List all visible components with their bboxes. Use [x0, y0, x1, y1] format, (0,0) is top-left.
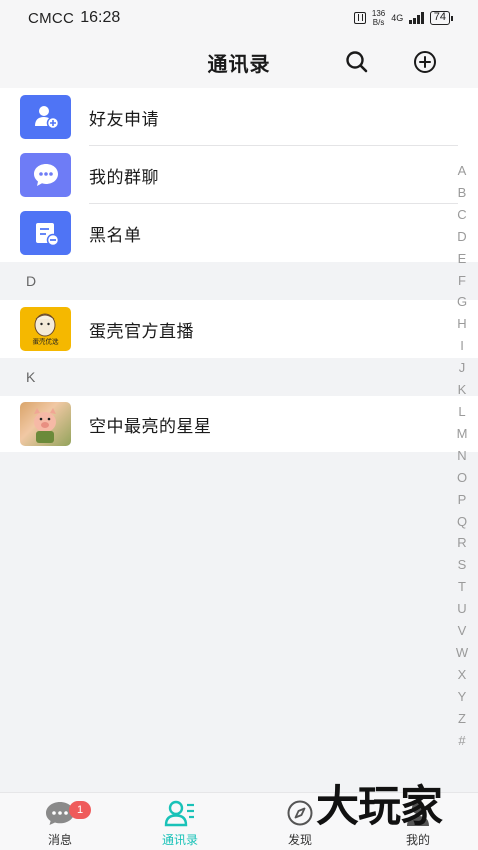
section-header-k: K [0, 358, 478, 396]
avatar [20, 402, 71, 446]
contact-name: 蛋壳官方直播 [89, 321, 194, 341]
index-letter[interactable]: I [460, 335, 464, 357]
index-letter[interactable]: # [458, 730, 465, 752]
my-group-chats-label: 我的群聊 [89, 167, 159, 187]
my-group-chats-item[interactable]: 我的群聊 [0, 146, 478, 204]
add-user-icon [20, 95, 71, 139]
index-letter[interactable]: V [458, 620, 467, 642]
index-letter[interactable]: R [457, 532, 466, 554]
net-speed-unit: B/s [372, 18, 385, 27]
index-letter[interactable]: X [458, 664, 467, 686]
index-letter[interactable]: M [457, 423, 468, 445]
index-letter[interactable]: O [457, 467, 467, 489]
contacts-icon [164, 800, 194, 827]
contact-list: 好友申请 我的群聊 黑名单 D 蛋壳优选 蛋壳官方直播 K 空中最亮的星星 [0, 88, 478, 452]
compass-icon [287, 800, 313, 826]
contact-name: 空中最亮的星星 [89, 416, 212, 436]
section-letter: K [26, 369, 36, 385]
index-letter[interactable]: N [457, 445, 466, 467]
index-letter[interactable]: B [458, 182, 467, 204]
search-icon[interactable] [344, 49, 370, 75]
index-letter[interactable]: C [457, 204, 466, 226]
status-icons: 136 B/s 4G 74 [353, 9, 454, 27]
section-letter: D [26, 273, 37, 289]
index-letter[interactable]: F [458, 270, 466, 292]
tab-label: 消息 [47, 833, 72, 847]
watermark-logo: 大玩家 [316, 782, 443, 832]
status-bar: CMCC 16:28 136 B/s 4G 74 [0, 0, 478, 36]
index-letter[interactable]: W [456, 642, 468, 664]
blacklist-label: 黑名单 [89, 225, 142, 245]
index-letter[interactable]: A [458, 160, 467, 182]
index-letter[interactable]: G [457, 291, 467, 313]
network-type: 4G [391, 13, 404, 23]
index-letter[interactable]: D [457, 226, 466, 248]
tab-label: 发现 [287, 833, 312, 847]
net-speed: 136 B/s [372, 9, 385, 27]
page-header: 通讯录 [0, 36, 478, 88]
tab-contacts[interactable]: 通讯录 [120, 793, 240, 850]
friend-requests-item[interactable]: 好友申请 [0, 88, 478, 146]
index-letter[interactable]: P [458, 489, 467, 511]
tab-messages[interactable]: 1 消息 [0, 793, 120, 850]
friend-requests-label: 好友申请 [89, 109, 159, 129]
index-letter[interactable]: Q [457, 511, 467, 533]
index-letter[interactable]: E [458, 248, 467, 270]
index-letter[interactable]: Y [458, 686, 467, 708]
nfc-icon [353, 12, 366, 24]
avatar: 蛋壳优选 [20, 307, 71, 351]
chat-bubble-icon [20, 153, 71, 197]
signal-icon [409, 12, 424, 24]
blacklist-item[interactable]: 黑名单 [0, 204, 478, 262]
section-header-d: D [0, 262, 478, 300]
contact-item[interactable]: 蛋壳优选 蛋壳官方直播 [0, 300, 478, 358]
alphabet-index[interactable]: A B C D E F G H I J K L M N O P Q R S T U V W X Y Z # [454, 160, 470, 751]
index-letter[interactable]: K [458, 379, 467, 401]
unread-badge: 1 [69, 801, 91, 819]
battery-icon: 74 [429, 11, 454, 25]
page-title: 通讯录 [207, 53, 271, 76]
clock: 16:28 [80, 9, 121, 26]
add-circle-icon[interactable] [412, 49, 438, 75]
index-letter[interactable]: H [457, 313, 466, 335]
index-letter[interactable]: S [458, 554, 467, 576]
index-letter[interactable]: L [458, 401, 465, 423]
index-letter[interactable]: T [458, 576, 466, 598]
index-letter[interactable]: J [459, 357, 466, 379]
index-letter[interactable]: Z [458, 708, 466, 730]
net-speed-value: 136 [371, 9, 386, 18]
index-letter[interactable]: U [457, 598, 466, 620]
blacklist-icon [20, 211, 71, 255]
contact-item[interactable]: 空中最亮的星星 [0, 396, 478, 452]
avatar-brand-text: 蛋壳优选 [33, 337, 60, 346]
carrier-name: CMCC [28, 9, 75, 27]
tab-label: 我的 [405, 833, 430, 847]
tab-label: 通讯录 [161, 833, 198, 847]
